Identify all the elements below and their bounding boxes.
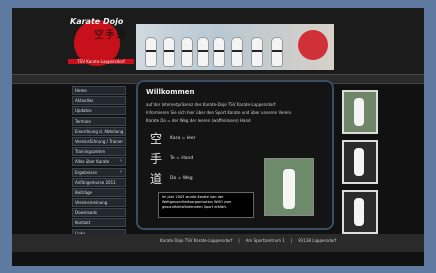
karateka-figure (182, 38, 192, 66)
karateka-figure (272, 38, 282, 66)
intro-text: Karate Do = der Weg der leeren (waffenlo… (146, 118, 251, 123)
header-banner-photo (136, 24, 334, 70)
nav-item[interactable]: Vereinsführung / Trainer (72, 136, 126, 146)
footer-text: Karate Dojo TSV Karate-Lappersdorf | Am Sp… (160, 238, 342, 243)
kanji-kara: 空 (150, 132, 163, 146)
karateka-figure (252, 38, 262, 66)
logo-club-name: TSV Karate-Lappersdorf (68, 59, 134, 64)
sidebar-nav: Home Aktuelles Updates Termine Einordnung d.… (72, 86, 126, 239)
intro-text: auf der Internetpräsenz des Karate-Dojo … (146, 102, 277, 107)
nav-item[interactable]: Downloads (72, 208, 126, 218)
nav-item[interactable]: Kontakt (72, 218, 126, 228)
club-logo[interactable]: Karate Dojo 空手道 TSV Karate-Lappersdorf (68, 14, 134, 70)
welcome-panel: Willkommen auf der Internetpräsenz des K… (136, 80, 334, 230)
nav-item[interactable]: Trainingszeiten (72, 147, 126, 157)
nav-item[interactable]: Alles über Karate (72, 157, 126, 167)
nav-item[interactable]: Vereinsmeinung (72, 198, 126, 208)
who-note-box: Im Jahr 2003 wurde Karate von der Weltge… (158, 192, 254, 218)
nav-item[interactable]: Aktuelles (72, 96, 126, 106)
banner-sun-emblem (298, 30, 328, 60)
meaning-do: Do = Weg (170, 176, 193, 181)
nav-item[interactable]: Beiträge (72, 187, 126, 197)
footer: Karate Dojo TSV Karate-Lappersdorf | Am Sp… (12, 234, 424, 252)
intro-text: Informieren Sie sich hier über den Sport… (146, 110, 293, 115)
kanji-do: 道 (150, 172, 163, 186)
nav-item[interactable]: Ergebnisse (72, 167, 126, 177)
nav-item[interactable]: Updates (72, 106, 126, 116)
photo-thumbnails (342, 90, 378, 240)
karate-kick-photo (264, 158, 314, 216)
nav-item[interactable]: Home (72, 86, 126, 95)
footer-part: Am Sportzentrum 1 (245, 238, 285, 243)
karateka-figure (214, 38, 224, 66)
logo-kanji: 空手道 (94, 30, 127, 41)
thumbnail-photo[interactable] (342, 90, 378, 134)
karateka-figure (198, 38, 208, 66)
karateka-figure (232, 38, 242, 66)
nav-item[interactable]: Einordnung d. Abteilung (72, 126, 126, 136)
karateka-figure (164, 38, 174, 66)
page-title: Willkommen (146, 88, 195, 96)
footer-separator: | (290, 238, 293, 243)
karateka-figure (283, 169, 295, 209)
meaning-kara: Kara = leer (170, 136, 196, 141)
page-frame: Karate Dojo 空手道 TSV Karate-Lappersdorf H… (12, 8, 424, 266)
logo-title: Karate Dojo (70, 17, 124, 26)
header: Karate Dojo 空手道 TSV Karate-Lappersdorf (12, 8, 424, 74)
kanji-te: 手 (150, 152, 163, 166)
footer-part: Karate Dojo TSV Karate-Lappersdorf (160, 238, 233, 243)
meaning-te: Te = Hand (170, 156, 194, 161)
thumbnail-photo[interactable] (342, 140, 378, 184)
footer-separator: | (238, 238, 240, 243)
karateka-figure (146, 38, 156, 66)
nav-item[interactable]: Anfängerkurse 2011 (72, 177, 126, 187)
nav-item[interactable]: Termine (72, 116, 126, 126)
footer-part: 93138 Lappersdorf (298, 238, 337, 243)
thumbnail-photo[interactable] (342, 190, 378, 234)
